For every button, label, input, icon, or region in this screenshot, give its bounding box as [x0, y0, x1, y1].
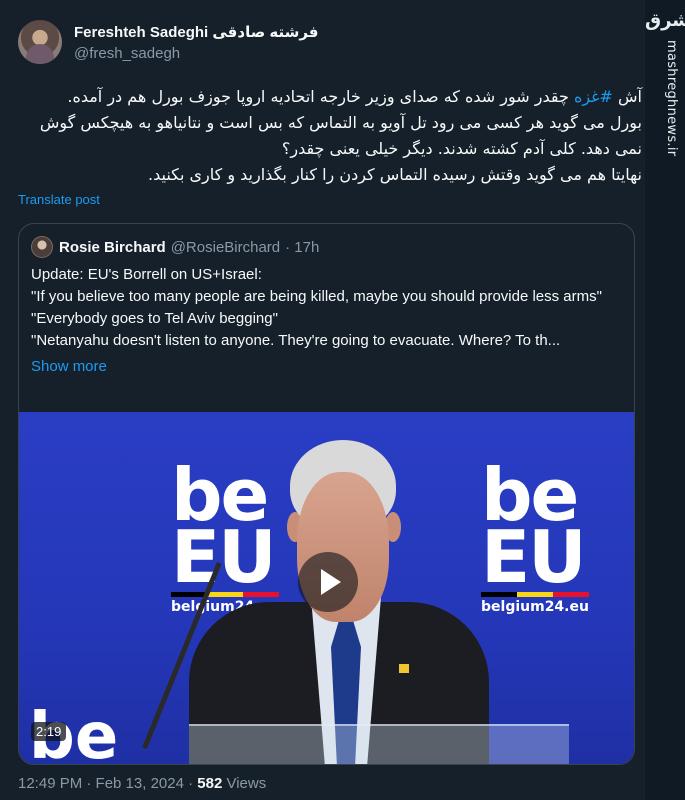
watermark-site: mashreghnews.ir [664, 40, 679, 157]
quoted-header: Rosie Birchard @RosieBirchard · 17h [19, 224, 634, 258]
quoted-line: "Everybody goes to Tel Aviv begging" [31, 310, 278, 327]
video-duration: 2:19 [31, 722, 67, 741]
views-count: 582 [197, 775, 223, 792]
eu-word: EU [481, 515, 587, 599]
belgium24-label: belgium24.eu [481, 599, 589, 615]
quoted-author-name: Rosie Birchard [59, 238, 166, 256]
video-player[interactable]: be EU belgium24.eu be EU belgium24.eu be [19, 412, 634, 764]
post-prefix: آش [612, 87, 642, 106]
quoted-text: Update: EU's Borrell on US+Israel: "If y… [19, 258, 634, 352]
post-text-last-line: نهایتا هم می گوید وقتش رسیده التماس کردن… [148, 165, 642, 184]
tweet: Fereshteh Sadeghi فرشته صادقی @fresh_sad… [18, 14, 642, 765]
flag-strip [481, 592, 589, 597]
eu-word: EU [171, 515, 277, 599]
quoted-tweet[interactable]: Rosie Birchard @RosieBirchard · 17h Upda… [18, 223, 635, 765]
be-eu-logo-right: be EU belgium24.eu [481, 459, 589, 615]
be-eu-logo-left: be EU belgium24.eu [171, 459, 279, 615]
quoted-line: "Netanyahu doesn't listen to anyone. The… [31, 332, 561, 349]
author-handle[interactable]: @fresh_sadegh [74, 45, 319, 62]
author-block: Fereshteh Sadeghi فرشته صادقی @fresh_sad… [74, 23, 319, 62]
flag-strip [171, 592, 279, 597]
podium [189, 724, 569, 764]
post-text-body: چقدر شور شده که صدای وزیر خارجه اتحادیه … [39, 87, 642, 158]
author-name[interactable]: Fereshteh Sadeghi فرشته صادقی [74, 23, 319, 41]
lapel-pin [399, 664, 409, 673]
quoted-author-handle: @RosieBirchard [170, 238, 281, 256]
hashtag-link[interactable]: #غزه [574, 87, 613, 106]
quoted-line: Update: EU's Borrell on US+Israel: [31, 266, 262, 283]
quoted-avatar [31, 236, 53, 258]
tweet-header: Fereshteh Sadeghi فرشته صادقی @fresh_sad… [18, 14, 642, 70]
views-label: Views [222, 775, 267, 792]
tweet-footer: 12:49 PM · Feb 13, 2024 · 582 Views [18, 775, 266, 792]
avatar[interactable] [18, 20, 62, 64]
play-icon[interactable] [298, 552, 358, 612]
post-timestamp[interactable]: 12:49 PM · Feb 13, 2024 · [18, 775, 197, 792]
translate-post-link[interactable]: Translate post [18, 192, 642, 207]
quoted-line: "If you believe too many people are bein… [31, 288, 602, 305]
watermark-strip: مشرق mashreghnews.ir [645, 0, 685, 800]
watermark-logo: مشرق [645, 10, 685, 31]
post-text: آش #غزه چقدر شور شده که صدای وزیر خارجه … [18, 84, 642, 188]
show-more-link[interactable]: Show more [19, 352, 634, 375]
quoted-time: · 17h [285, 238, 320, 256]
